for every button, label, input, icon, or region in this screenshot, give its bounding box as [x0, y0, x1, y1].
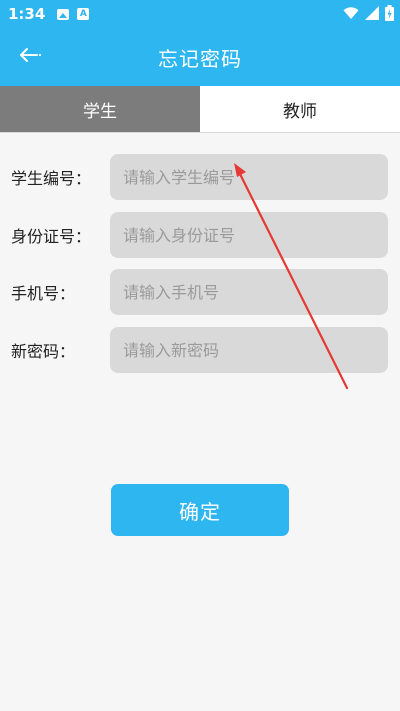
role-tabs: 学生 教师: [0, 86, 400, 133]
id-card-input[interactable]: [110, 212, 388, 258]
status-icons: [343, 5, 394, 21]
phone-label: 手机号：: [11, 284, 76, 303]
signal-icon: [365, 6, 379, 20]
page-title: 忘记密码: [158, 46, 242, 71]
form-row-student-id: 学生编号：: [0, 154, 400, 200]
student-id-label: 学生编号：: [11, 169, 92, 188]
form-row-phone: 手机号：: [0, 269, 400, 315]
status-time: 1:34: [8, 5, 46, 23]
a-icon: A: [77, 8, 90, 20]
form-row-new-password: 新密码：: [0, 327, 400, 373]
wifi-icon: [343, 6, 359, 19]
new-password-label: 新密码：: [11, 342, 76, 361]
gallery-icon: [57, 8, 70, 20]
id-card-label: 身份证号：: [11, 227, 92, 246]
student-id-input[interactable]: [110, 154, 388, 200]
form-row-id-card: 身份证号：: [0, 212, 400, 258]
tab-student[interactable]: 学生: [0, 86, 200, 132]
phone-input[interactable]: [110, 269, 388, 315]
confirm-button[interactable]: 确定: [111, 484, 289, 536]
app-bar: 忘记密码: [0, 28, 400, 86]
battery-icon: [385, 5, 394, 21]
tab-teacher[interactable]: 教师: [200, 86, 400, 132]
status-bar: 1:34 A: [0, 0, 400, 28]
new-password-input[interactable]: [110, 327, 388, 373]
